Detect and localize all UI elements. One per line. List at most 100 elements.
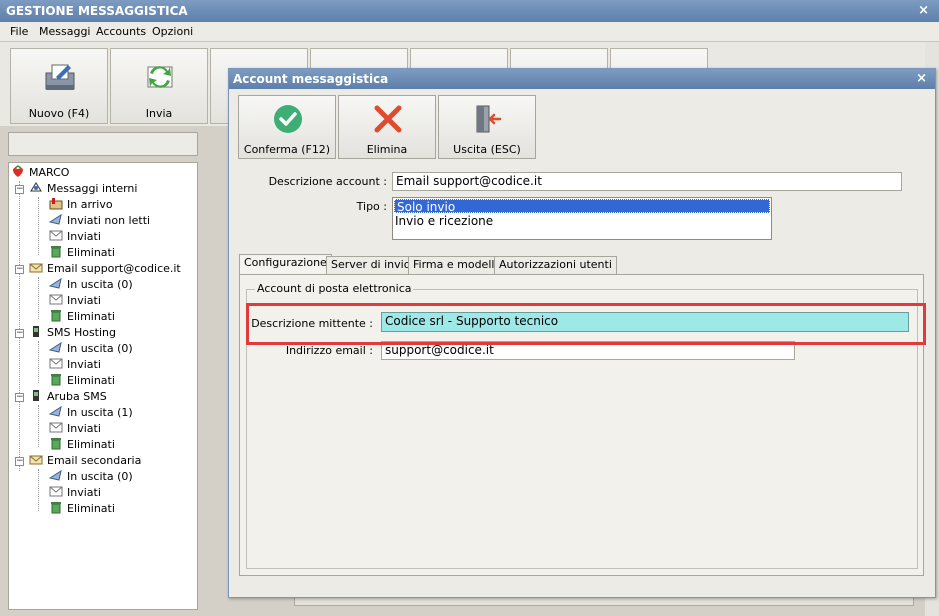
- tree-group-label: Messaggi interni: [47, 182, 138, 195]
- tree-item-in-uscita[interactable]: In uscita (0): [49, 277, 133, 293]
- tree-item-eliminati[interactable]: Eliminati: [49, 309, 115, 325]
- collapse-icon[interactable]: −: [15, 265, 24, 274]
- sent-icon: [49, 422, 63, 433]
- sent-icon: [49, 230, 63, 241]
- new-message-label: Nuovo (F4): [28, 107, 90, 120]
- trash-icon: [51, 438, 61, 450]
- outbox-icon: [49, 405, 62, 417]
- tab-server-di-invio[interactable]: Server di invio: [326, 256, 416, 274]
- tree-item-label: In uscita (0): [67, 342, 133, 355]
- tree-item-inviati[interactable]: Inviati: [49, 357, 101, 373]
- descrizione-account-label: Descrizione account :: [268, 175, 387, 188]
- internal-messages-icon: [30, 182, 42, 192]
- mobile-phone-icon: [33, 326, 39, 337]
- tree-group-email-secondaria[interactable]: Email secondaria: [29, 453, 141, 469]
- dialog-close-icon[interactable]: ×: [916, 69, 927, 89]
- tree-item-in-uscita[interactable]: In uscita (0): [49, 341, 133, 357]
- trash-icon: [51, 374, 61, 386]
- tree-item-eliminati[interactable]: Eliminati: [49, 373, 115, 389]
- main-window-title-bar: GESTIONE MESSAGGISTICA ×: [0, 0, 939, 22]
- tree-item-label: Inviati: [67, 294, 101, 307]
- tree-line: [19, 181, 20, 471]
- highlight-box: [246, 303, 926, 345]
- delete-x-icon: [374, 105, 402, 133]
- menu-bar: File Messaggi Accounts Opzioni: [0, 22, 939, 42]
- tipo-option-invio-ricezione[interactable]: Invio e ricezione: [393, 214, 771, 228]
- collapse-icon[interactable]: −: [15, 457, 24, 466]
- collapse-icon[interactable]: −: [15, 393, 24, 402]
- tree-item-in-uscita[interactable]: In uscita (0): [49, 469, 133, 485]
- tree-item-label: Eliminati: [67, 502, 115, 515]
- tree-root[interactable]: MARCO: [11, 165, 69, 181]
- tree-item-in-arrivo[interactable]: In arrivo: [49, 197, 113, 213]
- account-dialog: Account messaggistica × Conferma (F12) E…: [228, 68, 936, 598]
- main-window-title: GESTIONE MESSAGGISTICA: [6, 4, 188, 18]
- exit-door-icon: [476, 105, 502, 133]
- descrizione-account-input[interactable]: Email support@codice.it: [392, 172, 902, 191]
- exit-button[interactable]: Uscita (ESC): [438, 95, 536, 159]
- tree-item-inviati[interactable]: Inviati: [49, 485, 101, 501]
- send-icon: [147, 66, 173, 88]
- tree-item-label: Inviati: [67, 486, 101, 499]
- tree-item-label: Inviati: [67, 230, 101, 243]
- dialog-title: Account messaggistica: [233, 72, 389, 86]
- confirm-label: Conferma (F12): [243, 143, 331, 156]
- tree-item-label: Eliminati: [67, 246, 115, 259]
- tree-item-label: Eliminati: [67, 374, 115, 387]
- tree-item-eliminati[interactable]: Eliminati: [49, 245, 115, 261]
- tree-item-inviati[interactable]: Inviati: [49, 421, 101, 437]
- main-close-icon[interactable]: ×: [918, 0, 929, 22]
- tree-group-label: Aruba SMS: [47, 390, 107, 403]
- indirizzo-email-label: Indirizzo email :: [285, 344, 373, 357]
- tab-autorizzazioni-utenti[interactable]: Autorizzazioni utenti: [494, 256, 617, 274]
- menu-file[interactable]: File: [10, 25, 28, 38]
- menu-messaggi[interactable]: Messaggi: [39, 25, 90, 38]
- trash-icon: [51, 502, 61, 514]
- tree-item-in-uscita[interactable]: In uscita (1): [49, 405, 133, 421]
- tree-item-label: In uscita (0): [67, 278, 133, 291]
- tree-line: [38, 341, 39, 383]
- tipo-option-solo-invio[interactable]: Solo invio: [394, 199, 770, 214]
- folder-tree: MARCO − Messaggi interni In arrivo Invia…: [8, 162, 198, 610]
- collapse-icon[interactable]: −: [15, 185, 24, 194]
- tree-item-eliminati[interactable]: Eliminati: [49, 437, 115, 453]
- tipo-listbox[interactable]: Solo invio Invio e ricezione: [392, 197, 772, 240]
- send-button[interactable]: Invia: [110, 48, 208, 124]
- tree-line: [38, 405, 39, 447]
- new-message-button[interactable]: Nuovo (F4): [10, 48, 108, 124]
- group-title: Account di posta elettronica: [255, 282, 414, 295]
- exit-label: Uscita (ESC): [453, 143, 521, 156]
- tree-item-inviati-non-letti[interactable]: Inviati non letti: [49, 213, 150, 229]
- collapse-icon[interactable]: −: [15, 329, 24, 338]
- menu-opzioni[interactable]: Opzioni: [152, 25, 193, 38]
- tree-item-label: Eliminati: [67, 310, 115, 323]
- tree-item-eliminati[interactable]: Eliminati: [49, 501, 115, 517]
- tab-configurazione[interactable]: Configurazione: [239, 254, 332, 275]
- tree-item-label: In uscita (1): [67, 406, 133, 419]
- tree-group-messaggi-interni[interactable]: Messaggi interni: [29, 181, 137, 197]
- menu-accounts[interactable]: Accounts: [96, 25, 146, 38]
- tree-group-email-support[interactable]: Email support@codice.it: [29, 261, 181, 277]
- sent-icon: [49, 486, 63, 497]
- tree-group-aruba-sms[interactable]: Aruba SMS: [29, 389, 107, 405]
- strawberry-icon: [13, 165, 23, 177]
- confirm-button[interactable]: Conferma (F12): [238, 95, 336, 159]
- trash-icon: [51, 246, 61, 258]
- tree-line: [38, 197, 39, 255]
- tree-item-inviati[interactable]: Inviati: [49, 293, 101, 309]
- email-account-icon: [29, 263, 43, 273]
- dialog-title-bar: Account messaggistica ×: [229, 69, 935, 89]
- tree-filter-box[interactable]: [8, 132, 198, 156]
- tree-group-label: Email support@codice.it: [47, 262, 181, 275]
- tree-item-inviati[interactable]: Inviati: [49, 229, 101, 245]
- tree-group-sms-hosting[interactable]: SMS Hosting: [29, 325, 116, 341]
- delete-label: Elimina: [366, 143, 408, 156]
- unread-sent-icon: [49, 213, 62, 225]
- tree-group-label: Email secondaria: [47, 454, 142, 467]
- outbox-icon: [49, 341, 62, 353]
- tab-firma-e-modelli[interactable]: Firma e modelli: [408, 256, 503, 274]
- tree-item-label: Inviati non letti: [67, 214, 151, 227]
- send-label: Invia: [145, 107, 173, 120]
- delete-button[interactable]: Elimina: [338, 95, 436, 159]
- email-account-icon: [29, 455, 43, 465]
